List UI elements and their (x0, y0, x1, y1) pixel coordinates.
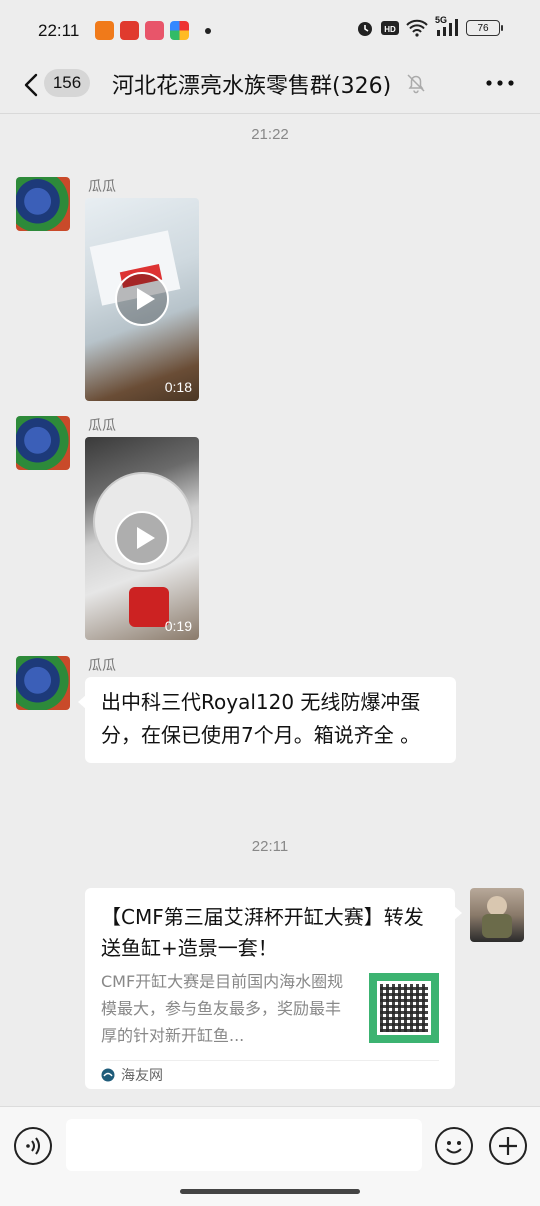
sender-avatar[interactable] (16, 177, 70, 231)
link-card-source: 海友网 (101, 1065, 163, 1085)
video-duration: 0:19 (164, 618, 192, 634)
alarm-icon (358, 22, 372, 36)
wifi-icon (406, 19, 428, 37)
app-icon-orange (95, 21, 114, 40)
app-icon-browser (170, 21, 189, 40)
sender-name: 瓜瓜 (88, 179, 116, 195)
video-duration: 0:18 (164, 379, 192, 395)
app-icon-pink (145, 21, 164, 40)
timestamp: 21:22 (251, 126, 289, 143)
battery-level: 76 (477, 22, 489, 34)
link-card[interactable]: 【CMF第三届艾湃杯开缸大赛】转发送鱼缸+造景一套！ CMF开缸大赛是目前国内海… (85, 888, 462, 1089)
text-message-bubble[interactable]: 出中科三代Royal120 无线防爆冲蛋分，在保已使用7个月。箱说齐全 。 (78, 677, 456, 763)
link-card-description: CMF开缸大赛是目前国内海水圈规模最大，参与鱼友最多，奖励最丰厚的针对新开缸鱼.… (101, 972, 344, 1045)
status-time: 22:11 (38, 21, 80, 40)
link-card-qr-thumbnail (369, 973, 439, 1043)
home-indicator[interactable] (180, 1189, 360, 1194)
timestamp: 22:11 (251, 838, 289, 855)
play-icon[interactable] (115, 272, 169, 326)
mute-bell-icon (407, 74, 425, 94)
status-right: HD 5G 76 (356, 15, 503, 37)
link-card-source-name: 海友网 (121, 1068, 163, 1084)
sender-name: 瓜瓜 (88, 658, 116, 674)
notification-dot-icon (205, 27, 211, 34)
source-logo-icon (101, 1068, 115, 1082)
battery-icon: 76 (466, 20, 503, 36)
play-icon[interactable] (115, 511, 169, 565)
link-card-title: 【CMF第三届艾湃杯开缸大赛】转发送鱼缸+造景一套！ (101, 905, 424, 960)
signal-icon: 5G (435, 15, 459, 37)
app-icon-red (120, 21, 139, 40)
unread-count-badge[interactable]: 156 (44, 69, 90, 97)
video-message[interactable]: 0:18 (85, 198, 199, 401)
status-app-icons (95, 21, 211, 40)
status-bar: 22:11 HD 5G 76 (0, 0, 540, 58)
voice-icon[interactable] (14, 1127, 52, 1165)
emoji-icon[interactable] (435, 1127, 473, 1165)
hd-icon: HD (381, 21, 399, 35)
link-card-divider (101, 1060, 439, 1061)
message-text: 出中科三代Royal120 无线防爆冲蛋分，在保已使用7个月。箱说齐全 。 (101, 690, 421, 747)
plus-icon[interactable] (489, 1127, 527, 1165)
sender-avatar[interactable] (16, 656, 70, 710)
sender-avatar[interactable] (16, 416, 70, 470)
chat-header: 156 河北花漂亮水族零售群(326) (0, 58, 540, 114)
video-message[interactable]: 0:19 (85, 437, 199, 640)
svg-text:HD: HD (384, 25, 396, 34)
more-icon[interactable] (484, 72, 516, 94)
my-avatar[interactable] (470, 888, 524, 942)
sender-name: 瓜瓜 (88, 418, 116, 434)
chat-title: 河北花漂亮水族零售群(326) (112, 74, 392, 99)
message-input[interactable] (66, 1119, 422, 1171)
